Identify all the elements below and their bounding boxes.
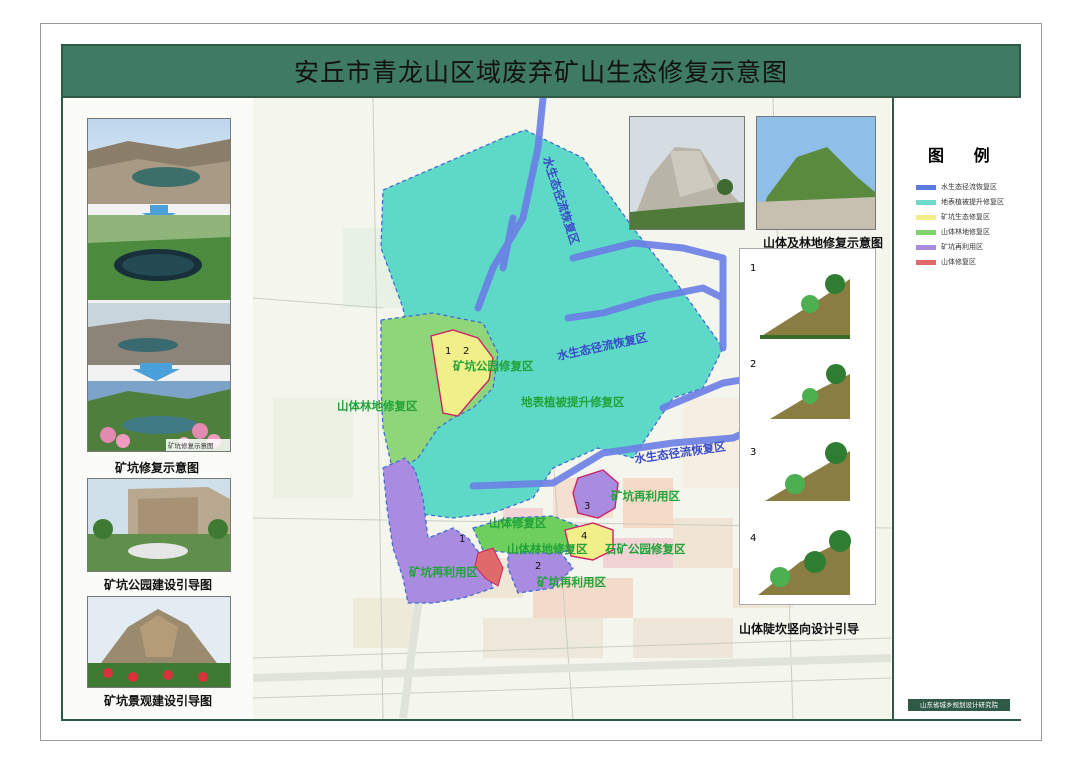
pit-park-image xyxy=(88,479,230,571)
slope-num-4: 4 xyxy=(750,533,756,544)
num-1b: 1 xyxy=(459,534,465,545)
label-forest-left: 山体林地修复区 xyxy=(337,399,418,413)
label-pit-reuse-bottom: 矿坑再利用区 xyxy=(537,575,606,589)
map-title: 安丘市青龙山区域废弃矿山生态修复示意图 xyxy=(63,46,1019,98)
legend-swatch-pit-reuse xyxy=(916,244,936,250)
pit-restore-photos xyxy=(88,119,230,451)
label-forest-center: 山体林地修复区 xyxy=(507,542,588,556)
mountain-photo-1 xyxy=(629,116,745,230)
map-area: 水生态径流恢复区 水生态径流恢复区 水生态径流恢复区 地表植被提升修复区 矿坑公… xyxy=(253,98,891,719)
num-4: 4 xyxy=(581,531,587,542)
label-pit-reuse-left: 矿坑再利用区 xyxy=(409,565,478,579)
pit-landscape-caption: 矿坑景观建设引导图 xyxy=(104,694,213,708)
pit-restore-caption: 矿坑修复示意图 xyxy=(115,461,200,475)
slope-panel: 1 2 3 4 xyxy=(739,248,876,605)
label-pit-reuse-right: 矿坑再利用区 xyxy=(611,489,680,503)
legend-item-mountain: 山体修复区 xyxy=(916,257,976,267)
slope-num-1: 1 xyxy=(750,263,756,274)
legend-swatch-pit-eco xyxy=(916,214,936,220)
num-2: 2 xyxy=(463,346,469,357)
legend-swatch-water xyxy=(916,184,936,190)
legend-swatch-mountain xyxy=(916,259,936,265)
label-surface-veg: 地表植被提升修复区 xyxy=(521,395,625,409)
label-pit-park: 矿坑公园修复区 xyxy=(453,359,534,373)
photo-overlay-label: 矿坑修复示意图 xyxy=(168,442,214,450)
pit-park-photo xyxy=(87,478,231,572)
slope-num-2: 2 xyxy=(750,359,756,370)
left-panel: 矿坑修复示意图 矿坑修复示意图 矿坑公园建设引导图 矿坑景观建设引导图 xyxy=(63,98,253,719)
legend-label-pit-eco: 矿坑生态修复区 xyxy=(941,213,990,221)
organization-badge: 山东省城乡规划设计研究院 xyxy=(908,699,1010,711)
mountain-photo-2 xyxy=(756,116,876,230)
slope-step-3 xyxy=(765,442,850,501)
num-2b: 2 xyxy=(535,561,541,572)
slope-caption: 山体陡坎竖向设计引导 xyxy=(739,622,860,636)
legend-item-forest: 山体林地修复区 xyxy=(916,227,990,237)
legend-label-pit-reuse: 矿坑再利用区 xyxy=(941,243,983,251)
pit-landscape-photo xyxy=(87,596,231,688)
legend-label-mountain: 山体修复区 xyxy=(941,258,976,266)
legend-swatch-surface-veg xyxy=(916,199,936,205)
legend-item-pit-reuse: 矿坑再利用区 xyxy=(916,242,983,252)
legend-item-surface-veg: 地表植被提升修复区 xyxy=(916,197,1004,207)
num-3: 3 xyxy=(584,501,590,512)
slope-step-2 xyxy=(770,364,850,419)
mountain-image-1 xyxy=(630,117,744,229)
legend-item-water: 水生态径流恢复区 xyxy=(916,182,997,192)
legend-label-surface-veg: 地表植被提升修复区 xyxy=(941,198,1004,206)
mountain-image-2 xyxy=(757,117,875,229)
label-mountain-repair: 山体修复区 xyxy=(489,516,547,530)
legend-label-forest: 山体林地修复区 xyxy=(941,228,990,236)
legend-title: 图 例 xyxy=(928,146,1002,165)
map-frame: 安丘市青龙山区域废弃矿山生态修复示意图 矿坑修复示意图 矿坑修复示意图 矿坑公园… xyxy=(61,44,1021,721)
slope-step-4 xyxy=(758,530,851,595)
pit-restore-photo-stack: 矿坑修复示意图 xyxy=(87,118,231,452)
slope-illustrations: 1 2 3 4 xyxy=(750,263,851,595)
slope-num-3: 3 xyxy=(750,447,756,458)
label-stone-pit-park: 石矿公园修复区 xyxy=(604,542,686,556)
legend-item-pit-eco: 矿坑生态修复区 xyxy=(916,212,990,222)
legend-swatch-forest xyxy=(916,229,936,235)
num-1: 1 xyxy=(445,346,451,357)
slope-step-1 xyxy=(760,274,850,339)
legend-panel: 图 例 水生态径流恢复区 地表植被提升修复区 矿坑生态修复区 山体林地修复区 矿… xyxy=(892,98,1021,719)
pit-park-caption: 矿坑公园建设引导图 xyxy=(104,578,213,592)
pit-landscape-image xyxy=(88,597,230,687)
legend-label-water: 水生态径流恢复区 xyxy=(941,183,997,191)
